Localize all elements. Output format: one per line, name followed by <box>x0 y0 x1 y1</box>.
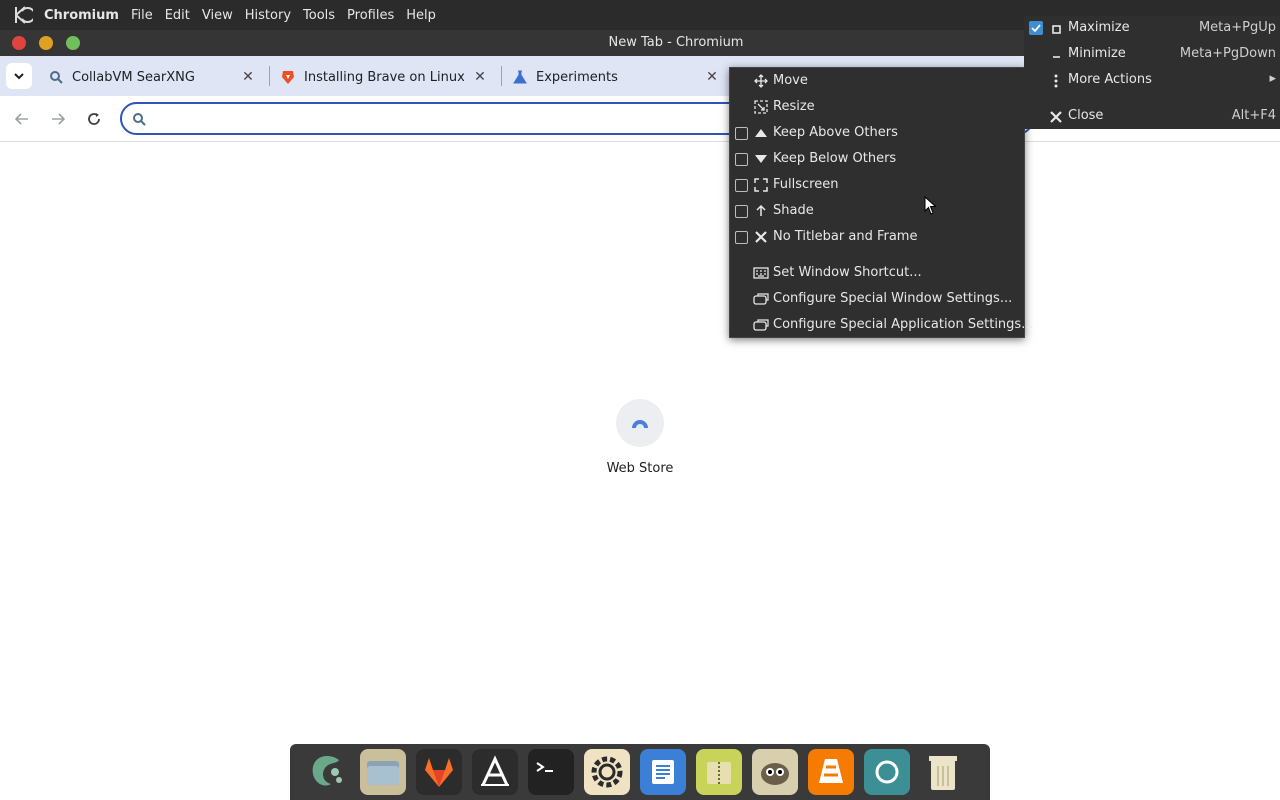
menu-resize[interactable]: Resize <box>730 94 1024 120</box>
menu-keep-above-others[interactable]: Keep Above Others <box>730 120 1024 146</box>
triangle-down-icon <box>753 151 769 167</box>
submenu-minimize[interactable]: Minimize Meta+PgDown <box>1024 42 1280 68</box>
krita-icon[interactable] <box>304 749 350 795</box>
close-icon <box>1049 109 1063 125</box>
shortcut-label: Web Store <box>606 461 674 476</box>
checkbox[interactable] <box>735 179 748 192</box>
menu-help[interactable]: Help <box>406 8 436 23</box>
minimize-icon <box>1049 47 1063 63</box>
settings-icon[interactable] <box>584 749 630 795</box>
menu-view[interactable]: View <box>202 8 233 23</box>
trash-icon[interactable] <box>920 749 966 795</box>
menu-configure-special-window-settings[interactable]: Configure Special Window Settings... <box>730 286 1024 312</box>
font-app-icon[interactable] <box>472 749 518 795</box>
menu-move[interactable]: Move <box>730 68 1024 94</box>
submenu-more-actions[interactable]: More Actions ▸ <box>1024 68 1280 94</box>
web-store-icon[interactable] <box>616 399 664 447</box>
application-settings-icon <box>753 317 769 333</box>
x-icon <box>753 229 769 245</box>
vlc-icon[interactable] <box>808 749 854 795</box>
menu-file[interactable]: File <box>131 8 153 23</box>
forward-button[interactable] <box>47 108 69 130</box>
checkbox[interactable] <box>735 231 748 244</box>
chromium-icon[interactable] <box>864 749 910 795</box>
tab-search-button[interactable] <box>6 63 32 89</box>
window-context-menu: Move Resize Keep Above Others Keep Below… <box>729 67 1034 338</box>
tab-label: Experiments <box>536 69 618 85</box>
checkmark-icon[interactable] <box>1029 21 1043 35</box>
resize-icon <box>753 99 769 115</box>
searxng-favicon-icon <box>133 113 146 126</box>
checkbox[interactable] <box>735 127 748 140</box>
maximize-icon <box>1049 21 1063 37</box>
tab-label: Installing Brave on Linux | <box>304 69 464 85</box>
submenu-maximize[interactable]: Maximize Meta+PgUp <box>1024 16 1280 42</box>
gimp-icon[interactable] <box>752 749 798 795</box>
more-vertical-icon <box>1049 73 1063 89</box>
window-settings-icon <box>753 291 769 307</box>
app-name: Chromium <box>44 7 119 23</box>
chevron-down-icon <box>14 72 24 79</box>
reload-icon <box>88 113 100 125</box>
kde-logo-icon[interactable] <box>0 0 44 30</box>
menu-profiles[interactable]: Profiles <box>347 8 394 23</box>
terminal-icon[interactable] <box>528 749 574 795</box>
menu-history[interactable]: History <box>245 8 291 23</box>
files-icon[interactable] <box>360 749 406 795</box>
menu-shade[interactable]: Shade <box>730 198 1024 224</box>
chevron-right-icon: ▸ <box>1269 71 1276 86</box>
gitlab-icon[interactable] <box>416 749 462 795</box>
archive-icon[interactable] <box>696 749 742 795</box>
web-store-shortcut[interactable]: Web Store <box>598 399 682 476</box>
menu-edit[interactable]: Edit <box>165 8 190 23</box>
mouse-cursor-icon <box>924 196 937 215</box>
back-button[interactable] <box>11 108 33 130</box>
menu-keep-below-others[interactable]: Keep Below Others <box>730 146 1024 172</box>
document-viewer-icon[interactable] <box>640 749 686 795</box>
arrow-left-icon <box>15 113 28 125</box>
tab-experiments[interactable]: Experiments ✕ <box>512 62 728 92</box>
new-tab-page: Web Store <box>0 143 1280 744</box>
triangle-up-icon <box>753 125 769 141</box>
flask-icon <box>512 69 528 85</box>
menu-set-window-shortcut[interactable]: Set Window Shortcut... <box>730 260 1024 286</box>
fullscreen-icon <box>753 177 769 193</box>
searxng-favicon-icon <box>48 69 64 85</box>
window-actions-submenu: Maximize Meta+PgUp Minimize Meta+PgDown … <box>1024 16 1280 129</box>
tab-installing-brave[interactable]: Installing Brave on Linux | ✕ <box>280 62 496 92</box>
close-tab-icon[interactable]: ✕ <box>240 69 256 85</box>
arrow-right-icon <box>52 113 65 125</box>
tab-collabvm-searxng[interactable]: CollabVM SearXNG ✕ <box>48 62 264 92</box>
close-tab-icon[interactable]: ✕ <box>472 69 488 85</box>
brave-favicon-icon <box>280 69 296 85</box>
tab-label: CollabVM SearXNG <box>72 69 195 85</box>
reload-button[interactable] <box>83 108 105 130</box>
checkbox[interactable] <box>735 153 748 166</box>
menu-tools[interactable]: Tools <box>303 8 335 23</box>
close-tab-icon[interactable]: ✕ <box>704 69 720 85</box>
dock <box>290 744 990 800</box>
keyboard-icon <box>753 265 769 281</box>
menu-fullscreen[interactable]: Fullscreen <box>730 172 1024 198</box>
submenu-close[interactable]: Close Alt+F4 <box>1024 104 1280 130</box>
menu-no-titlebar-and-frame[interactable]: No Titlebar and Frame <box>730 224 1024 250</box>
move-icon <box>753 73 769 89</box>
arrow-up-icon <box>753 203 769 219</box>
checkbox[interactable] <box>735 205 748 218</box>
menu-configure-special-application-settings[interactable]: Configure Special Application Settings..… <box>730 312 1034 338</box>
